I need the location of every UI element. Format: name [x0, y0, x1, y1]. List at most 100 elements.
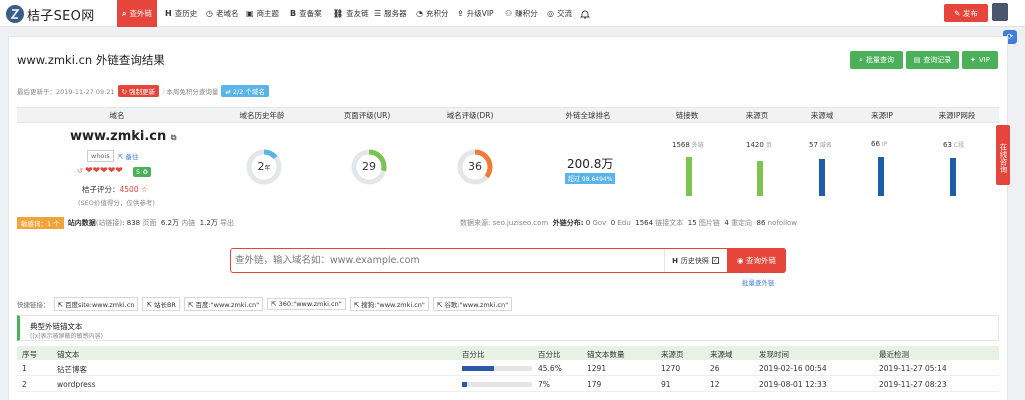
- edu-count: 0: [610, 219, 616, 227]
- domains-bar: [819, 159, 825, 196]
- col-found: 发现时间: [759, 350, 789, 359]
- table-row[interactable]: 1 钻芒博客 45.6% 1291 1270 26 2019-02-16 00:…: [17, 361, 999, 376]
- th-rank: 外链全球排名: [565, 111, 611, 120]
- subnets-value: 63: [943, 141, 952, 149]
- subnets-count: 63 C段: [943, 140, 964, 149]
- row-pages: 1270: [661, 364, 681, 373]
- subnets-unit: C段: [953, 142, 965, 149]
- publish-button[interactable]: ✎ 发布: [944, 4, 988, 22]
- checkbox-checked-icon[interactable]: ✓: [711, 257, 719, 264]
- nav-item-history[interactable]: H 查历史: [165, 0, 197, 27]
- nav-item-chat[interactable]: ◎ 交流: [547, 0, 572, 27]
- force-update-button[interactable]: ↻ 强制更新: [117, 85, 160, 97]
- clock-icon: ◷: [206, 9, 213, 18]
- eye-icon: ◉: [737, 256, 744, 265]
- links-value: 1568: [672, 141, 690, 149]
- search-input[interactable]: 查外链，输入域名如：www.example.com: [235, 249, 420, 272]
- sensitive-word-badge[interactable]: 敏感词：1 个: [17, 217, 64, 229]
- nav-label: 查友链: [346, 9, 369, 18]
- search-icon: ⌕: [122, 8, 127, 18]
- juzi-score: 桔子评分：4500 ☆: [82, 184, 148, 195]
- th-domains: 来源域: [810, 111, 834, 120]
- stats-header: 域名 域名历史年龄 页面评级(UR) 域名评级(DR) 外链全球排名 链接数 来…: [17, 107, 999, 123]
- nav-item-beian[interactable]: B 查备案: [290, 0, 322, 27]
- gift-icon: ✦: [970, 56, 976, 64]
- history-snapshot-toggle[interactable]: H 历史快照 ✓: [664, 249, 726, 272]
- pages-unit: 页: [765, 142, 772, 149]
- quick-links-label: 快捷链接：: [17, 301, 50, 309]
- publish-label: 发布: [962, 8, 978, 18]
- quick-link-360[interactable]: ⇱ 360:"www.zmki.cn": [267, 298, 346, 310]
- domain-text: www.zmki.cn: [70, 129, 167, 144]
- bell-icon[interactable]: [580, 0, 590, 27]
- quick-link-sogou[interactable]: ⇱ 搜狗:"www.zmki.cn": [349, 297, 429, 311]
- nav-item-earn[interactable]: ⚇ 赚积分: [505, 0, 538, 27]
- nav-label: 查外链: [129, 9, 152, 18]
- whois-button[interactable]: whois: [87, 150, 114, 162]
- nav-item-friendlinks[interactable]: ⛓ 查友链: [333, 0, 369, 27]
- ips-bar: [878, 157, 884, 196]
- score-value: 4500 ☆: [119, 185, 148, 194]
- nofollow-unit: nofollow: [767, 219, 798, 227]
- redirect-unit: 重定向: [731, 219, 753, 227]
- heart-rating: ↺ ❤❤❤❤❤: [77, 166, 123, 176]
- table-row[interactable]: 2 wordpress 7% 179 91 12 2019-08-01 12:3…: [17, 377, 999, 392]
- quick-link-br[interactable]: ⇱ 站长BR: [142, 297, 180, 311]
- quick-link-text: 百度site:www.zmki.cn: [65, 301, 135, 309]
- pages-bar: [757, 161, 763, 196]
- edu-unit: Edu: [617, 219, 631, 227]
- free-quota-label: 本周免积分查询量: [166, 88, 219, 96]
- beian-icon: B: [290, 9, 297, 18]
- th-pages: 来源页: [745, 111, 769, 120]
- quick-links: 快捷链接： ⇱ 百度site:www.zmki.cn ⇱ 站长BR ⇱ 百度:"…: [17, 297, 513, 311]
- text-link-count: 1564: [635, 219, 654, 227]
- typical-anchor-section: [17, 315, 999, 341]
- quick-link-text: 搜狗:"www.zmki.cn": [361, 301, 425, 309]
- row-domains: 12: [710, 380, 720, 389]
- dr-value: 36: [468, 160, 482, 173]
- th-ips: 来源IP: [871, 111, 893, 120]
- nav-item-old-domain[interactable]: ◷ 老域名: [206, 0, 238, 27]
- th-links: 链接数: [675, 111, 699, 120]
- nav-item-theme[interactable]: ▣ 商主题: [246, 0, 279, 27]
- row-anchor: wordpress: [57, 380, 96, 389]
- page-title: www.zmki.cn 外链查询结果: [17, 53, 165, 67]
- site-data-line: 敏感词：1 个 站内数据 (站链接): 838 页面 6.2万 内链 1.2万 导…: [17, 215, 999, 231]
- pages-count: 1420 页: [746, 140, 772, 149]
- beian-link[interactable]: ⇱ 备住: [118, 151, 139, 161]
- avatar[interactable]: [992, 3, 1008, 21]
- col-share: 百分比: [538, 350, 561, 359]
- query-records-button[interactable]: ▤ 查询记录: [906, 51, 959, 69]
- button-label: 查询记录: [923, 56, 952, 64]
- row-share-fill: [462, 366, 494, 371]
- batch-query-button[interactable]: ⌕ 批量查询: [850, 51, 903, 69]
- nav-item-upgrade-vip[interactable]: ⇪ 升级VIP: [457, 0, 494, 27]
- vip-button[interactable]: ✦ VIP: [962, 51, 998, 69]
- nav-label: 交流: [556, 9, 572, 18]
- nav-item-recharge[interactable]: ◔ 充积分: [416, 0, 448, 27]
- anchor-table-header: 序号 锚文本 百分比 百分比 锚文本数量 来源页 来源域 发现时间 最近检测: [17, 346, 999, 360]
- copy-icon[interactable]: ⧉: [171, 133, 177, 142]
- search-button[interactable]: ◉ 查询外链: [727, 248, 786, 273]
- quick-link-google[interactable]: ⇱ 谷歌:"www.zmki.cn": [432, 297, 513, 311]
- outbound-count: 1.2万: [199, 219, 218, 227]
- nav-item-backlinks[interactable]: ⌕ 查外链: [117, 0, 157, 27]
- nav-label: 赚积分: [515, 9, 538, 18]
- row-pct: 45.6%: [538, 364, 562, 373]
- link-icon: ⛓: [333, 9, 344, 18]
- quick-link-baidu-site[interactable]: ⇱ 百度site:www.zmki.cn: [53, 297, 139, 311]
- row-share-bar: [462, 382, 532, 387]
- online-consult-button[interactable]: 在线咨询: [996, 125, 1010, 185]
- quick-link-baidu[interactable]: ⇱ 百度:"www.zmki.cn": [183, 297, 264, 311]
- links-bar: [686, 157, 692, 196]
- gov-unit: Gov: [592, 219, 607, 227]
- nav-item-server[interactable]: ☰ 服务器: [374, 0, 407, 27]
- pages-value: 1420: [746, 141, 764, 149]
- ips-value: 66: [871, 140, 880, 148]
- logo[interactable]: 桔子SEO网: [6, 5, 95, 24]
- col-anchor: 锚文本: [57, 350, 80, 359]
- batch-backlinks-link[interactable]: 批量查外链: [742, 277, 775, 287]
- row-found: 2019-02-16 00:54: [759, 364, 827, 373]
- domains-unit: 域名: [819, 142, 832, 149]
- image-link-unit: 图片链: [698, 219, 720, 227]
